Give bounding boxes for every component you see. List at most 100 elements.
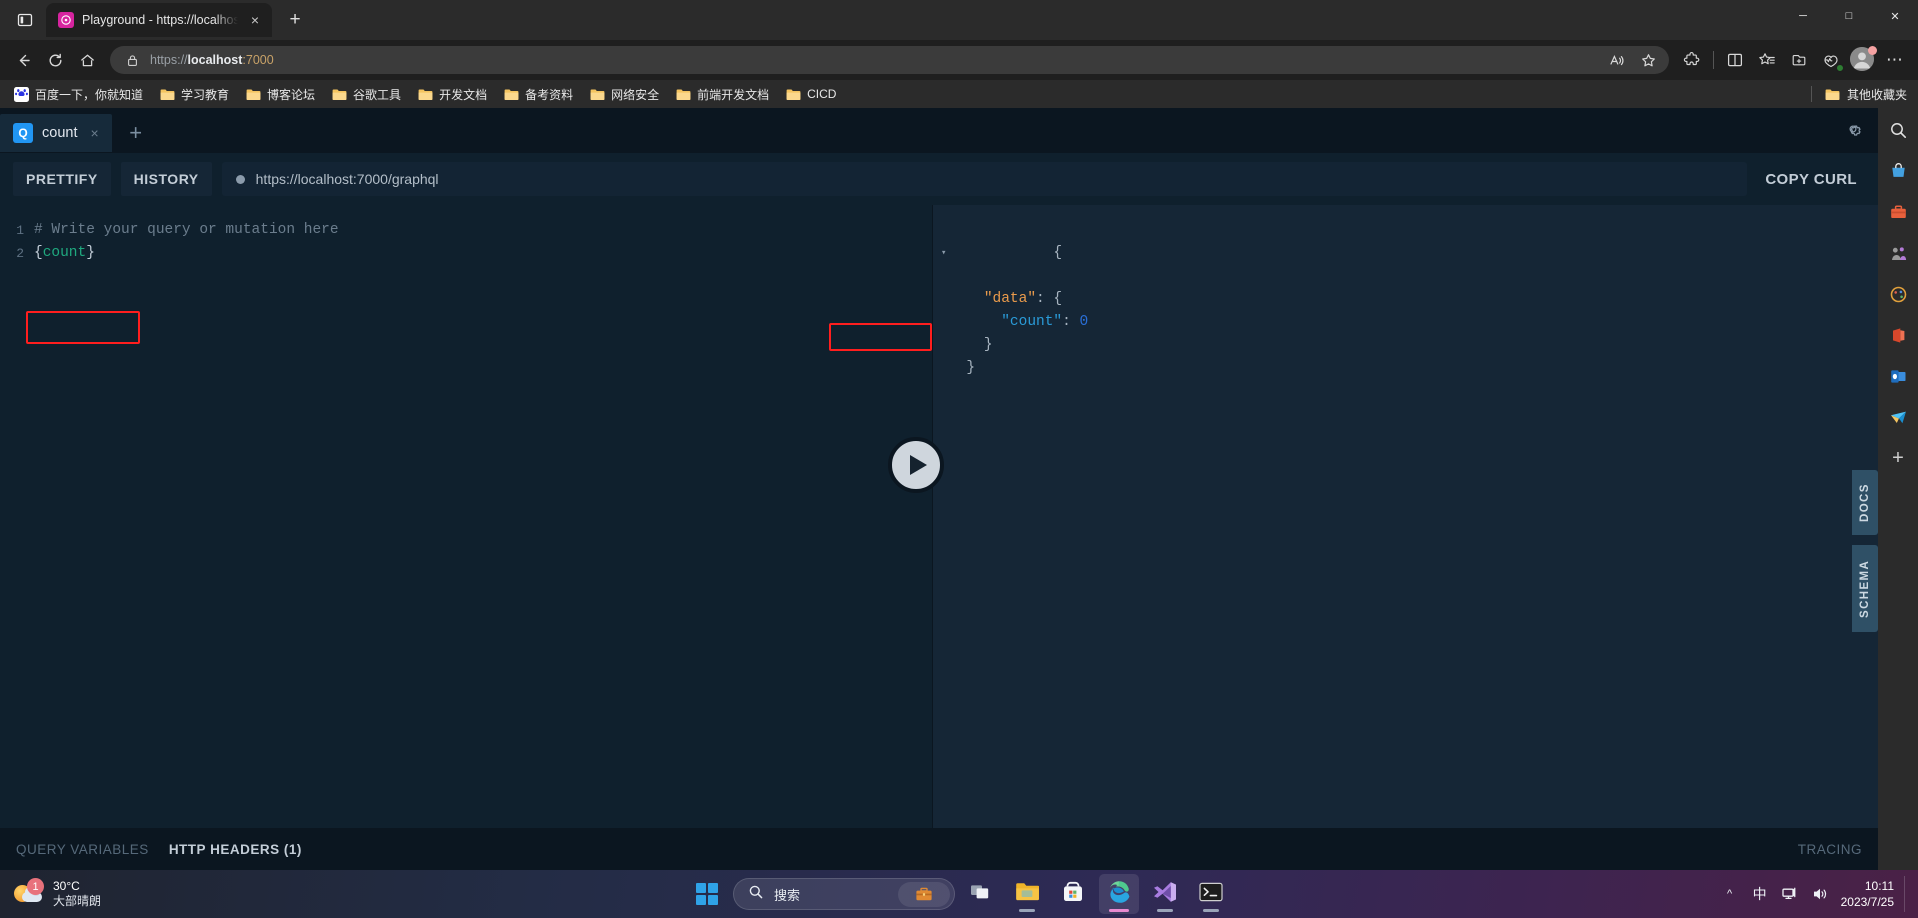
graphql-playground: Q count × + PRETTIFY HISTORY https://loc… — [0, 108, 1878, 870]
taskbar-app-microsoft-store[interactable] — [1053, 874, 1093, 914]
back-icon[interactable] — [8, 45, 38, 75]
copy-curl-button[interactable]: COPY CURL — [1757, 171, 1865, 188]
folder-icon — [159, 86, 175, 102]
taskbar-app-file-explorer[interactable] — [1007, 874, 1047, 914]
bookmark-item[interactable]: 网络安全 — [582, 83, 666, 106]
weather-temperature: 30°C — [53, 879, 101, 894]
network-icon[interactable] — [1775, 874, 1805, 914]
shopping-icon[interactable] — [1884, 157, 1912, 185]
maximize-button[interactable]: □ — [1826, 0, 1872, 32]
close-brace: } — [86, 245, 95, 261]
taskbar-app-visual-studio[interactable] — [1145, 874, 1185, 914]
tools-icon[interactable] — [1884, 198, 1912, 226]
open-brace: { — [34, 245, 43, 261]
tracing-tab[interactable]: TRACING — [1798, 842, 1862, 857]
query-icon: Q — [13, 123, 33, 143]
drop-icon[interactable] — [1884, 403, 1912, 431]
playground-toolbar: PRETTIFY HISTORY https://localhost:7000/… — [0, 153, 1878, 205]
taskbar-center: 搜索 — [687, 874, 1231, 914]
baidu-icon — [13, 86, 29, 102]
bookmark-item[interactable]: CICD — [778, 83, 843, 105]
chevron-down-icon[interactable]: ▾ — [941, 242, 946, 265]
read-aloud-icon[interactable] — [1601, 45, 1631, 75]
terminal-icon — [1199, 882, 1223, 907]
bookmark-item-other-favorites[interactable]: 其他收藏夹 — [1818, 83, 1914, 106]
games-icon[interactable] — [1884, 239, 1912, 267]
browser-essentials-icon[interactable] — [1816, 45, 1846, 75]
folder-icon — [1825, 86, 1841, 102]
taskbar-app-task-view[interactable] — [961, 874, 1001, 914]
http-headers-tab[interactable]: HTTP HEADERS (1) — [169, 842, 302, 857]
collections-icon[interactable] — [1752, 45, 1782, 75]
more-options-icon[interactable]: ⋯ — [1880, 45, 1910, 75]
playground-tab-count[interactable]: Q count × — [0, 114, 112, 152]
response-line: "data": { — [933, 288, 1878, 311]
bookmark-item[interactable]: 开发文档 — [410, 83, 494, 106]
search-icon[interactable] — [1884, 116, 1912, 144]
profile-avatar[interactable] — [1850, 47, 1876, 73]
tray-overflow-icon[interactable]: ^ — [1715, 874, 1745, 914]
minimize-button[interactable]: ─ — [1780, 0, 1826, 32]
address-bar-url: https://localhost:7000 — [150, 53, 1593, 67]
running-indicator — [1157, 909, 1173, 912]
office-icon[interactable] — [1884, 321, 1912, 349]
favorite-star-icon[interactable] — [1633, 45, 1663, 75]
bookmark-item[interactable]: 百度一下，你就知道 — [6, 83, 150, 106]
query-text: {count} — [34, 242, 95, 265]
toolbar-divider — [1709, 45, 1718, 75]
add-sidebar-icon[interactable]: + — [1884, 444, 1912, 472]
line-number: 1 — [0, 219, 34, 242]
folder-icon — [503, 86, 519, 102]
response-close-root: } — [966, 360, 975, 376]
browser-tab[interactable]: Playground - https://localhost:70 × — [46, 3, 272, 37]
response-close-inner: } — [984, 337, 993, 353]
bookmark-item[interactable]: 备考资料 — [496, 83, 580, 106]
bookmark-item[interactable]: 前端开发文档 — [668, 83, 776, 106]
close-icon[interactable]: × — [246, 11, 264, 29]
execute-query-button[interactable] — [888, 437, 944, 493]
extensions-icon[interactable] — [1677, 45, 1707, 75]
show-desktop-button[interactable] — [1904, 876, 1910, 912]
response-viewer: ▾{ "data": { "count": 0 } } — [933, 205, 1878, 828]
ime-indicator[interactable]: 中 — [1745, 874, 1775, 914]
folder-icon — [417, 86, 433, 102]
address-bar[interactable]: https://localhost:7000 — [110, 46, 1669, 74]
taskbar-app-windows-terminal[interactable] — [1191, 874, 1231, 914]
image-creator-icon[interactable] — [1884, 280, 1912, 308]
weather-widget[interactable]: 1 30°C 大部晴朗 — [0, 879, 300, 909]
clock[interactable]: 10:11 2023/7/25 — [1835, 878, 1904, 910]
outlook-icon[interactable] — [1884, 362, 1912, 390]
query-variables-tab[interactable]: QUERY VARIABLES — [16, 842, 149, 857]
history-button[interactable]: HISTORY — [121, 162, 212, 196]
add-tab-to-collection-icon[interactable] — [1784, 45, 1814, 75]
volume-icon[interactable] — [1805, 874, 1835, 914]
taskbar-app-microsoft-edge[interactable] — [1099, 874, 1139, 914]
clock-date: 2023/7/25 — [1841, 894, 1894, 910]
gear-icon[interactable] — [1844, 120, 1862, 143]
system-tray: ^ 中 10:11 2023/7/25 — [1715, 870, 1918, 918]
new-tab-button[interactable]: + — [278, 3, 312, 37]
query-comment: # Write your query or mutation here — [34, 219, 339, 242]
close-window-button[interactable]: ✕ — [1872, 0, 1918, 32]
bookmark-item[interactable]: 学习教育 — [152, 83, 236, 106]
folder-icon — [675, 86, 691, 102]
bookmark-item[interactable]: 谷歌工具 — [324, 83, 408, 106]
home-icon[interactable] — [72, 45, 102, 75]
taskbar-search[interactable]: 搜索 — [733, 878, 955, 910]
bookmark-item[interactable]: 博客论坛 — [238, 83, 322, 106]
close-icon[interactable]: × — [90, 125, 98, 141]
refresh-icon[interactable] — [40, 45, 70, 75]
prettify-button[interactable]: PRETTIFY — [13, 162, 111, 196]
endpoint-input[interactable]: https://localhost:7000/graphql — [222, 162, 1748, 196]
briefcase-icon[interactable] — [898, 882, 950, 907]
query-editor[interactable]: 1 # Write your query or mutation here 2 … — [0, 205, 933, 828]
docs-tab[interactable]: DOCS — [1852, 470, 1878, 535]
response-count-key: "count" — [1001, 314, 1062, 330]
playground-new-tab-button[interactable]: + — [112, 114, 160, 152]
start-button[interactable] — [687, 874, 727, 914]
tab-actions-icon[interactable] — [6, 0, 44, 40]
bookmark-label: 谷歌工具 — [353, 86, 401, 103]
schema-tab[interactable]: SCHEMA — [1852, 545, 1878, 632]
playground-body: 1 # Write your query or mutation here 2 … — [0, 205, 1878, 828]
split-screen-icon[interactable] — [1720, 45, 1750, 75]
